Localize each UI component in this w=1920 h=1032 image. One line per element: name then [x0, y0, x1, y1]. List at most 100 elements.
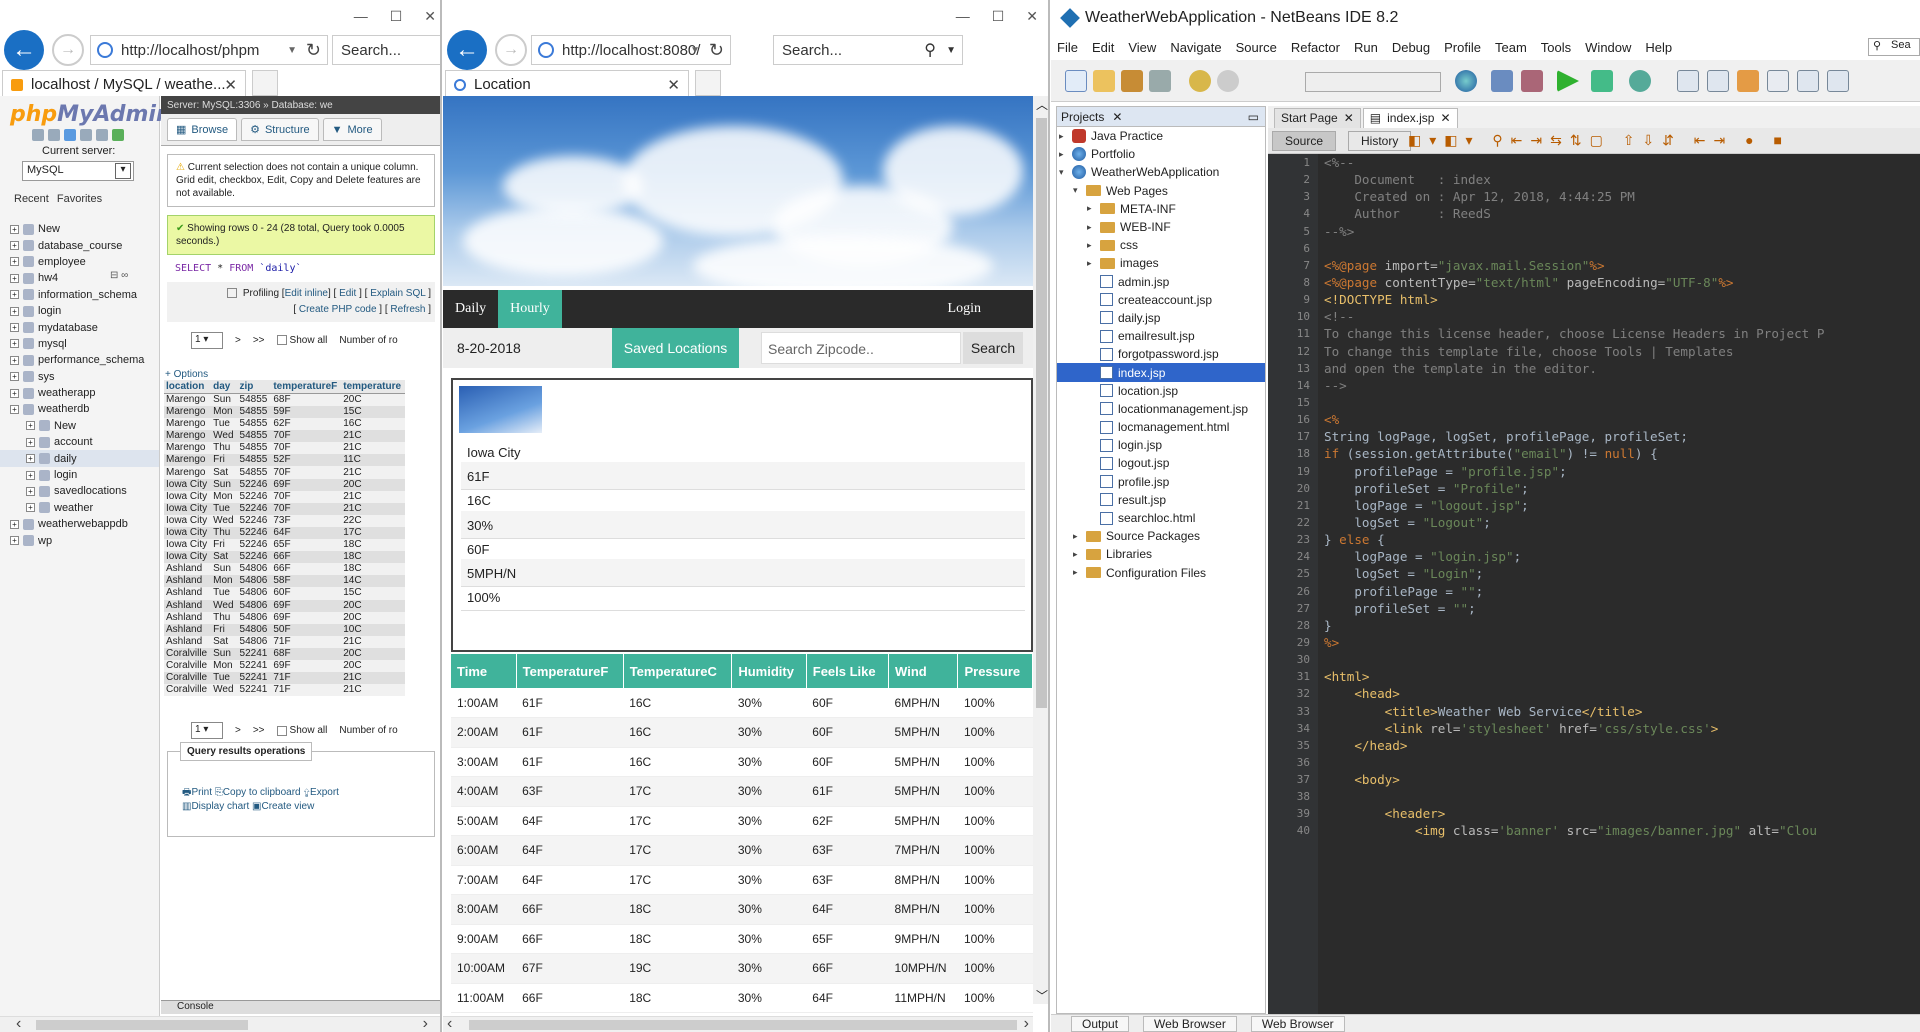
db-tree-item[interactable]: + New [0, 418, 159, 434]
back-button-2[interactable]: ← [447, 30, 487, 70]
scroll-left-icon[interactable]: ‹ [447, 1015, 452, 1032]
server-breadcrumb-text[interactable]: Server: MySQL:3306 » Database: we [167, 100, 333, 111]
help-icon[interactable] [64, 129, 76, 141]
projects-tab[interactable]: Projects [1061, 110, 1104, 124]
db-tree-item[interactable]: + database_course [0, 237, 159, 253]
db-tree-item[interactable]: + weatherwebappdb [0, 516, 159, 532]
project-tree-item[interactable]: location.jsp [1057, 382, 1265, 400]
expand-icon[interactable]: + [10, 339, 19, 349]
output-tab[interactable]: Output [1071, 1015, 1130, 1032]
new-file-icon[interactable] [1065, 70, 1087, 92]
chevron-right-icon[interactable]: ▸ [1087, 258, 1095, 269]
nav-daily[interactable]: Daily [443, 290, 498, 328]
search-box-2[interactable]: Search... ⚲ ▼ [773, 35, 963, 65]
chevron-right-icon[interactable]: ▸ [1073, 567, 1081, 578]
undo-icon[interactable] [1189, 70, 1211, 92]
project-tree-item[interactable]: ▸ META-INF [1057, 200, 1265, 218]
db-tree-item[interactable]: + New [0, 221, 159, 237]
open-project-icon[interactable] [1121, 70, 1143, 92]
chevron-right-icon[interactable]: ▸ [1059, 131, 1067, 142]
create-view-link[interactable]: Create view [262, 801, 315, 812]
chevron-right-icon[interactable]: ▸ [1059, 149, 1067, 160]
tab-more[interactable]: ▼ More [322, 118, 382, 141]
column-header[interactable]: temperature [341, 380, 406, 394]
menu-item[interactable]: Run [1354, 40, 1378, 55]
db-tree-item[interactable]: + employee [0, 254, 159, 270]
db-tree-item[interactable]: + performance_schema [0, 352, 159, 368]
options-link[interactable]: + Options [165, 369, 440, 380]
project-tree-item[interactable]: createaccount.jsp [1057, 291, 1265, 309]
refresh-icon[interactable]: ↻ [306, 40, 321, 61]
toolbar-icon-5[interactable] [1797, 70, 1819, 92]
db-tree-item[interactable]: + hw4 [0, 270, 159, 286]
profile-icon[interactable] [1629, 70, 1651, 92]
zip-search-button[interactable]: Search [963, 332, 1023, 364]
chevron-down-icon[interactable]: ▾ [1059, 167, 1067, 178]
clean-build-icon[interactable] [1521, 70, 1543, 92]
expand-icon[interactable]: + [26, 503, 35, 513]
new-tab-button[interactable] [252, 70, 278, 96]
favorites-link[interactable]: Favorites [57, 193, 102, 205]
column-header[interactable]: day [211, 380, 238, 394]
display-chart-link[interactable]: Display chart [191, 801, 249, 812]
project-tree-item[interactable]: forgotpassword.jsp [1057, 345, 1265, 363]
create-php-link[interactable]: Create PHP code [299, 304, 377, 315]
home-icon[interactable] [32, 129, 44, 141]
export-link[interactable]: Export [310, 787, 339, 798]
expand-icon[interactable]: + [10, 388, 19, 398]
toolbar-icon-1[interactable] [1677, 70, 1699, 92]
scroll-left-icon[interactable]: ‹ [16, 1015, 21, 1032]
next-page-button[interactable]: > [235, 335, 241, 346]
chevron-down-icon[interactable]: ▼ [946, 45, 956, 56]
project-tree-item[interactable]: ▸ Source Packages [1057, 527, 1265, 545]
expand-icon[interactable]: + [26, 421, 35, 431]
last-page-button-bottom[interactable]: >> [253, 725, 265, 736]
maximize-icon[interactable]: ☐ [992, 8, 1005, 25]
expand-icon[interactable]: + [10, 519, 19, 529]
build-icon[interactable] [1491, 70, 1513, 92]
saved-locations-button[interactable]: Saved Locations [612, 328, 739, 368]
back-button[interactable]: ← [4, 30, 44, 70]
expand-icon[interactable]: + [10, 306, 19, 316]
db-tree-item[interactable]: + sys [0, 369, 159, 385]
db-tree-item[interactable]: + weatherapp [0, 385, 159, 401]
minimize-icon[interactable]: — [956, 8, 970, 25]
dropdown-icon[interactable]: ▼ [690, 45, 700, 56]
project-tree-item[interactable]: ▾ WeatherWebApplication [1057, 163, 1265, 181]
tab-location[interactable]: Location ✕ [445, 70, 689, 98]
recent-link[interactable]: Recent [14, 193, 49, 205]
copy-link[interactable]: Copy to clipboard [223, 787, 301, 798]
address-bar-2[interactable]: http://localhost:8080/ ▼ ↻ [531, 35, 731, 65]
toolbar-icon-2[interactable] [1707, 70, 1729, 92]
project-tree-item[interactable]: login.jsp [1057, 436, 1265, 454]
project-tree-item[interactable]: daily.jsp [1057, 309, 1265, 327]
column-header[interactable]: location [164, 380, 212, 394]
expand-icon[interactable]: + [10, 224, 19, 234]
server-select[interactable]: MySQL [22, 161, 134, 181]
collapse-link-icon[interactable]: ⊟ ∞ [110, 270, 128, 281]
horizontal-scrollbar-2[interactable]: ‹ › [443, 1015, 1033, 1032]
editor-tool-icons[interactable]: ◧▾◧▾ ⚲⇤⇥⇆⇅▢ ⇧⇩⇵ ⇤⇥ ● ■ [1408, 132, 1790, 149]
project-tree-item[interactable]: ▸ Configuration Files [1057, 564, 1265, 582]
expand-icon[interactable]: + [26, 486, 35, 496]
toolbar-icon-6[interactable] [1827, 70, 1849, 92]
close-tab-icon[interactable]: ✕ [224, 76, 237, 94]
settings-icon[interactable] [96, 129, 108, 141]
minimize-icon[interactable]: — [354, 8, 368, 25]
redo-icon[interactable] [1217, 70, 1239, 92]
horizontal-scrollbar[interactable]: ‹ › [0, 1015, 440, 1032]
expand-icon[interactable]: + [10, 290, 19, 300]
chevron-right-icon[interactable]: ▸ [1073, 549, 1081, 560]
print-link[interactable]: Print [191, 787, 212, 798]
db-tree-item[interactable]: + account [0, 434, 159, 450]
scroll-down-icon[interactable]: ﹀ [1036, 987, 1048, 1004]
reload-icon[interactable] [112, 129, 124, 141]
expand-icon[interactable]: + [26, 470, 35, 480]
last-page-button[interactable]: >> [253, 335, 265, 346]
db-tree-item[interactable]: + weatherdb [0, 401, 159, 417]
console-bar[interactable]: Console [161, 1000, 440, 1014]
menu-item[interactable]: Help [1645, 40, 1672, 55]
ide-search-input[interactable]: ⚲ Sea [1868, 38, 1920, 56]
project-tree-item[interactable]: admin.jsp [1057, 273, 1265, 291]
menu-item[interactable]: Debug [1392, 40, 1430, 55]
